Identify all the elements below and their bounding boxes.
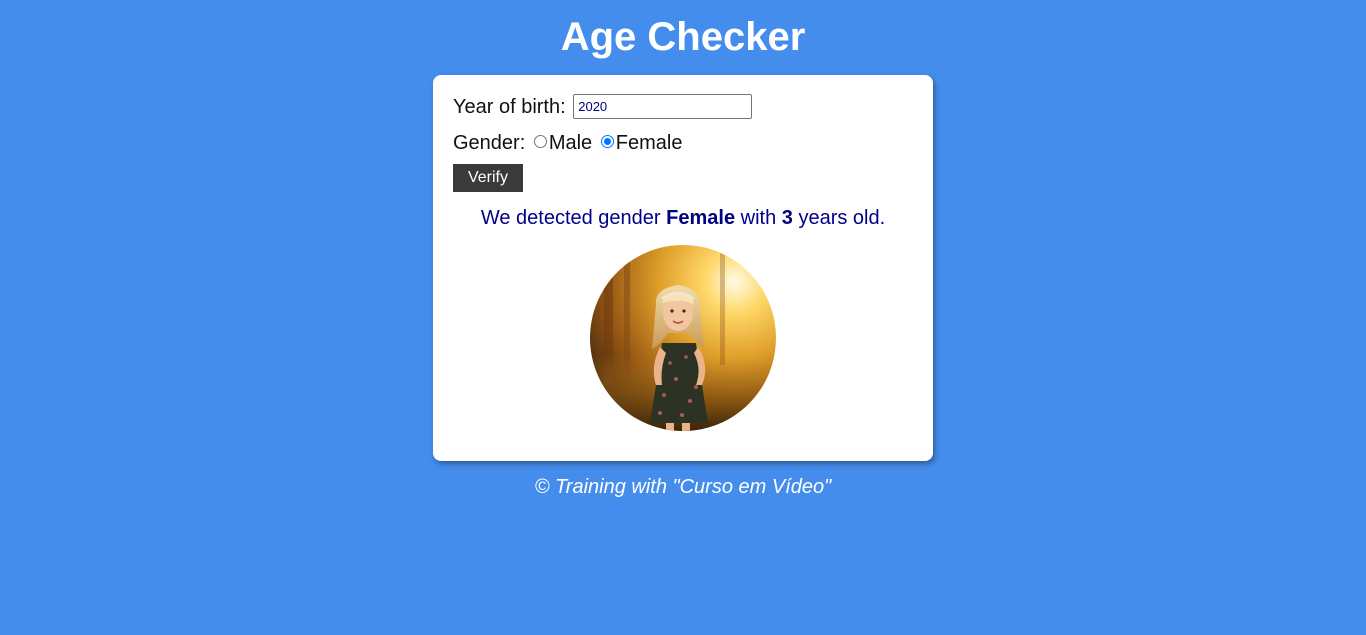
female-label[interactable]: Female	[616, 132, 683, 154]
page-header: Age Checker	[0, 0, 1366, 60]
male-label[interactable]: Male	[549, 132, 592, 154]
girl-photo	[590, 245, 776, 431]
gender-row: Gender: Male Female	[453, 130, 682, 156]
result-middle: with	[735, 207, 782, 229]
female-radio[interactable]	[600, 135, 614, 149]
page-title: Age Checker	[560, 15, 806, 59]
year-label: Year of birth:	[453, 96, 566, 118]
footer-credit: © Training with "Curso em Vídeo"	[534, 476, 832, 498]
year-row: Year of birth:	[453, 94, 753, 120]
girl-photo-illustration	[590, 245, 776, 431]
result-age: 3	[781, 207, 793, 229]
gender-label: Gender:	[453, 132, 526, 154]
verify-button[interactable]: Verify	[453, 164, 523, 192]
male-radio[interactable]	[533, 135, 547, 149]
result-gender: Female	[666, 207, 736, 229]
result-prefix: We detected gender	[480, 207, 667, 229]
result-suffix: years old.	[792, 207, 886, 229]
year-input[interactable]	[573, 94, 753, 120]
result-message: We detected gender Female with 3 years o…	[433, 205, 933, 231]
checker-card: Year of birth: Gender: Male Female Verif…	[433, 75, 933, 461]
